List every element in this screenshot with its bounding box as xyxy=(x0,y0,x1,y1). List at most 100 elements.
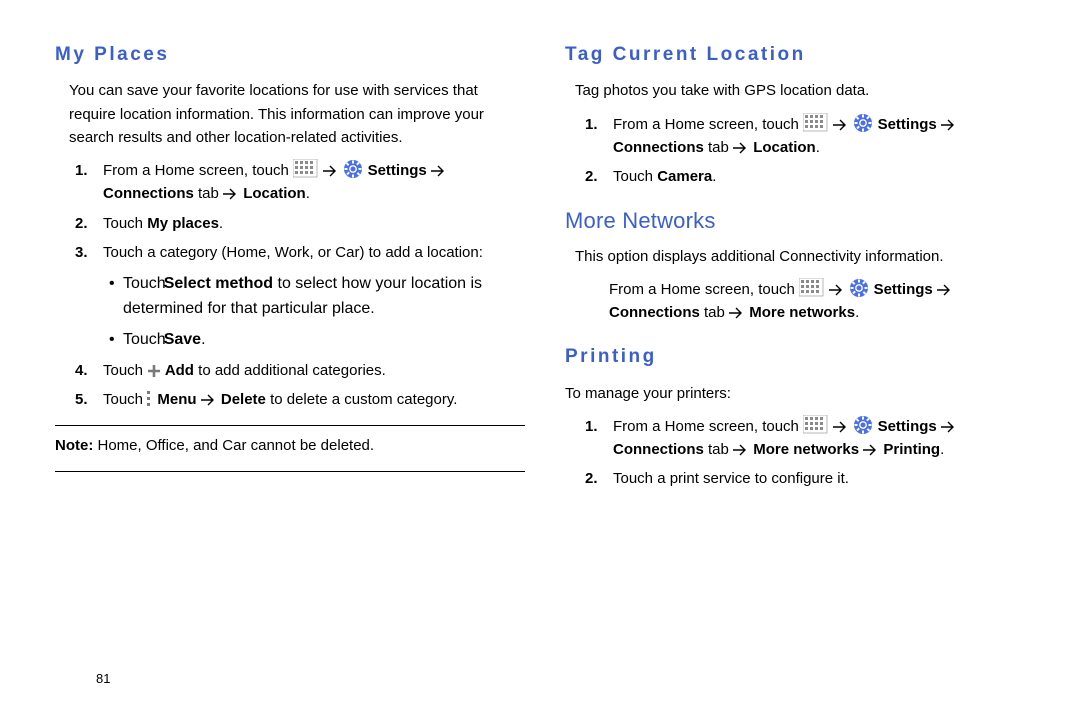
arrow-icon xyxy=(201,393,217,407)
tag-intro: Tag photos you take with GPS location da… xyxy=(575,79,1035,102)
tag-steps: From a Home screen, touch Settings Conne… xyxy=(565,113,1035,189)
arrow-icon xyxy=(733,443,749,457)
text: . xyxy=(712,168,716,185)
text: . xyxy=(816,139,820,156)
heading-more-networks: More Networks xyxy=(565,204,1035,238)
arrow-icon xyxy=(431,164,447,178)
print-step-1: From a Home screen, touch Settings Conne… xyxy=(609,415,1035,462)
rule xyxy=(55,471,525,472)
arrow-icon xyxy=(223,187,239,201)
tag-step-2: Touch Camera. xyxy=(609,165,1035,188)
sub-2: TouchSave. xyxy=(109,328,525,353)
arrow-icon xyxy=(733,141,749,155)
note-prefix: Note: xyxy=(55,437,93,454)
print-steps: From a Home screen, touch Settings Conne… xyxy=(565,415,1035,491)
text: to delete a custom category. xyxy=(266,391,458,408)
arrow-icon xyxy=(941,420,957,434)
arrow-icon xyxy=(863,443,879,457)
location-label: Location xyxy=(753,139,816,156)
text: Touch xyxy=(103,391,147,408)
more-networks-label: More networks xyxy=(749,304,855,321)
text: to add additional categories. xyxy=(194,362,386,379)
page: My Places You can save your favorite loc… xyxy=(0,0,1080,497)
settings-label: Settings xyxy=(873,116,941,133)
print-intro: To manage your printers: xyxy=(565,382,1035,405)
text: From a Home screen, touch xyxy=(613,418,803,435)
delete-label: Delete xyxy=(221,391,266,408)
settings-icon xyxy=(853,113,873,133)
arrow-icon xyxy=(833,420,849,434)
step-4: Touch Add to add additional categories. xyxy=(99,359,525,382)
right-column: Tag Current Location Tag photos you take… xyxy=(565,40,1035,497)
camera-label: Camera xyxy=(657,168,712,185)
text: . xyxy=(219,215,223,232)
sub-1: TouchSelect method to select how your lo… xyxy=(109,272,525,322)
step-1: From a Home screen, touch Settings Conne… xyxy=(99,159,525,206)
heading-tag-location: Tag Current Location xyxy=(565,40,1035,69)
note-body: Home, Office, and Car cannot be deleted. xyxy=(93,437,374,454)
add-label: Add xyxy=(161,362,194,379)
text: tab xyxy=(194,185,223,202)
text: Touch xyxy=(123,331,166,348)
menu-label: Menu xyxy=(153,391,201,408)
arrow-icon xyxy=(829,283,845,297)
settings-icon xyxy=(849,278,869,298)
heading-my-places: My Places xyxy=(55,40,525,69)
apps-icon xyxy=(803,113,829,133)
printing-label: Printing xyxy=(883,441,940,458)
arrow-icon xyxy=(729,306,745,320)
settings-label: Settings xyxy=(873,418,941,435)
left-column: My Places You can save your favorite loc… xyxy=(55,40,525,497)
text: Touch xyxy=(123,275,166,292)
arrow-icon xyxy=(937,283,953,297)
step-2: Touch My places. xyxy=(99,212,525,235)
text: Touch a category (Home, Work, or Car) to… xyxy=(103,244,483,261)
select-method-label: Select method xyxy=(164,275,273,292)
my-places-label: My places xyxy=(147,215,219,232)
sub-bullets: TouchSelect method to select how your lo… xyxy=(109,272,525,352)
connections-label: Connections xyxy=(103,185,194,202)
more-networks-label: More networks xyxy=(753,441,863,458)
text: Touch xyxy=(103,362,147,379)
connections-label: Connections xyxy=(609,304,700,321)
settings-label: Settings xyxy=(363,162,431,179)
step-5: Touch Menu Delete to delete a custom cat… xyxy=(99,388,525,411)
apps-icon xyxy=(293,159,319,179)
text: tab xyxy=(700,304,729,321)
note: Note: Home, Office, and Car cannot be de… xyxy=(55,434,525,457)
location-label: Location xyxy=(243,185,306,202)
text: . xyxy=(201,331,205,348)
text: . xyxy=(306,185,310,202)
text: . xyxy=(940,441,944,458)
arrow-icon xyxy=(323,164,339,178)
plus-icon xyxy=(147,364,161,378)
text: Touch xyxy=(613,168,657,185)
text: tab xyxy=(704,441,733,458)
settings-label: Settings xyxy=(869,281,937,298)
tag-step-1: From a Home screen, touch Settings Conne… xyxy=(609,113,1035,160)
connections-label: Connections xyxy=(613,139,704,156)
apps-icon xyxy=(799,278,825,298)
text: From a Home screen, touch xyxy=(103,162,293,179)
text: tab xyxy=(704,139,733,156)
heading-printing: Printing xyxy=(565,342,1035,371)
my-places-steps: From a Home screen, touch Settings Conne… xyxy=(55,159,525,411)
apps-icon xyxy=(803,415,829,435)
text: . xyxy=(855,304,859,321)
arrow-icon xyxy=(833,118,849,132)
step-3: Touch a category (Home, Work, or Car) to… xyxy=(99,241,525,353)
save-label: Save xyxy=(164,331,201,348)
settings-icon xyxy=(343,159,363,179)
more-step: From a Home screen, touch Settings Conne… xyxy=(565,278,1035,325)
connections-label: Connections xyxy=(613,441,704,458)
more-intro: This option displays additional Connecti… xyxy=(575,245,1035,268)
settings-icon xyxy=(853,415,873,435)
my-places-intro: You can save your favorite locations for… xyxy=(69,79,525,149)
text: Touch xyxy=(103,215,147,232)
rule xyxy=(55,425,525,426)
print-step-2: Touch a print service to configure it. xyxy=(609,467,1035,490)
arrow-icon xyxy=(941,118,957,132)
page-number: 81 xyxy=(96,671,110,686)
text: From a Home screen, touch xyxy=(609,281,799,298)
text: From a Home screen, touch xyxy=(613,116,803,133)
